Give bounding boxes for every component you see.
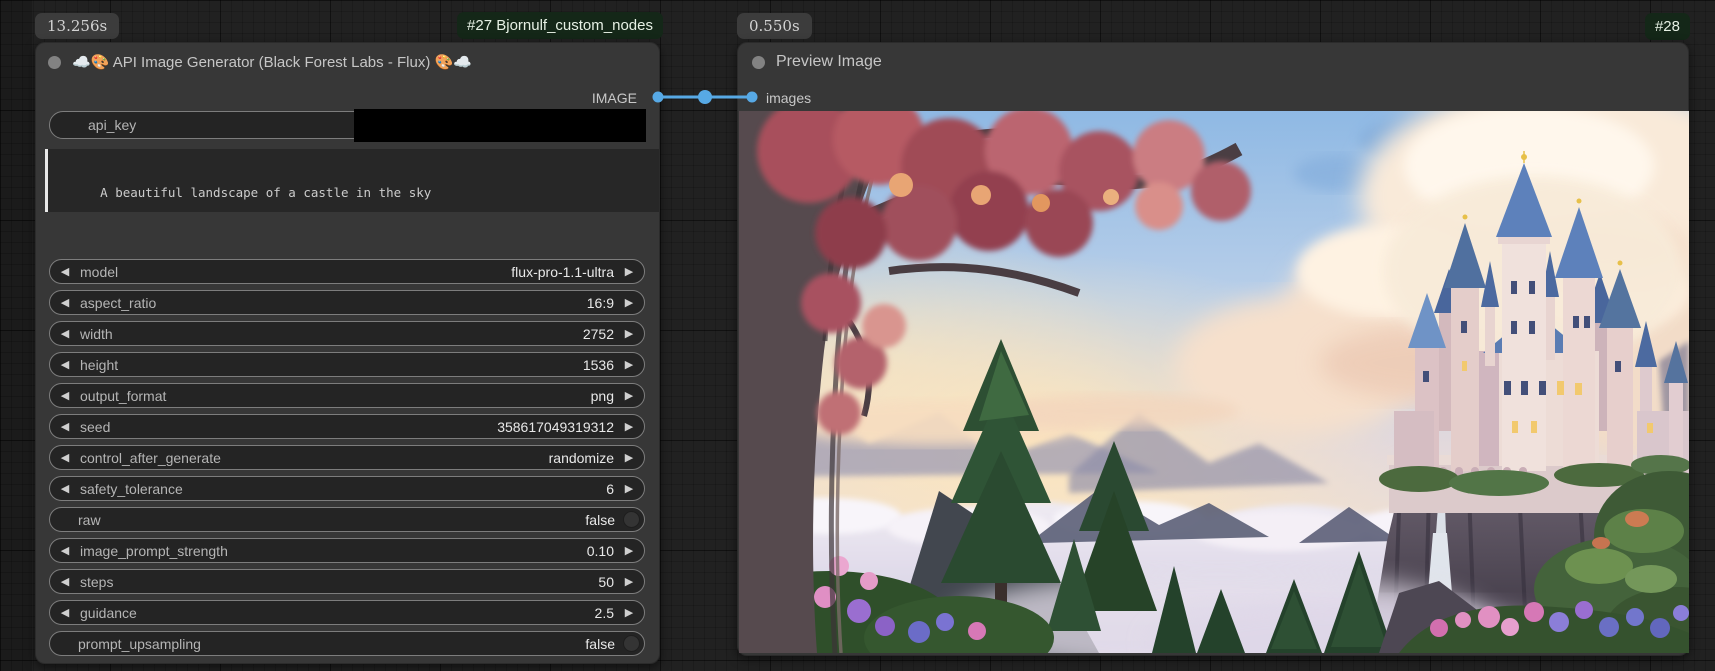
left-arrow-icon[interactable]: ◀ bbox=[50, 265, 80, 278]
widget-row-seed[interactable]: ◀seed 358617049319312▶ bbox=[49, 414, 645, 439]
left-arrow-icon[interactable]: ◀ bbox=[50, 296, 80, 309]
right-arrow-icon[interactable]: ▶ bbox=[614, 265, 644, 278]
widget-value: false bbox=[585, 512, 615, 528]
widget-row-width[interactable]: ◀width 2752▶ bbox=[49, 321, 645, 346]
right-arrow-icon[interactable]: ▶ bbox=[614, 575, 644, 588]
widget-value: 0.10 bbox=[587, 543, 614, 559]
widget-row-output_format[interactable]: ◀output_format png▶ bbox=[49, 383, 645, 408]
link-wire[interactable] bbox=[648, 87, 760, 107]
widget-value: 2752 bbox=[583, 326, 614, 342]
widget-label: seed bbox=[80, 419, 110, 435]
node-header: Preview Image bbox=[752, 49, 882, 75]
left-arrow-icon[interactable]: ◀ bbox=[50, 575, 80, 588]
api-key-label: api_key bbox=[88, 117, 136, 133]
right-arrow-icon[interactable]: ▶ bbox=[614, 358, 644, 371]
right-arrow-icon[interactable]: ▶ bbox=[614, 606, 644, 619]
left-arrow-icon[interactable]: ◀ bbox=[50, 358, 80, 371]
widget-value: 1536 bbox=[583, 357, 614, 373]
widget-row-model[interactable]: ◀model flux-pro-1.1-ultra▶ bbox=[49, 259, 645, 284]
widget-value: flux-pro-1.1-ultra bbox=[511, 264, 614, 280]
left-arrow-icon[interactable]: ◀ bbox=[50, 451, 80, 464]
widget-label: model bbox=[80, 264, 118, 280]
left-arrow-icon[interactable]: ◀ bbox=[50, 327, 80, 340]
widget-value: randomize bbox=[549, 450, 614, 466]
canvas-edge-shade bbox=[0, 0, 32, 671]
left-arrow-icon[interactable]: ◀ bbox=[50, 544, 80, 557]
right-arrow-icon[interactable]: ▶ bbox=[614, 451, 644, 464]
widget-row-image_prompt_strength[interactable]: ◀image_prompt_strength 0.10▶ bbox=[49, 538, 645, 563]
widget-label: image_prompt_strength bbox=[80, 543, 228, 559]
output-port-label: IMAGE bbox=[592, 90, 637, 106]
right-arrow-icon[interactable]: ▶ bbox=[614, 482, 644, 495]
prompt-textarea[interactable]: A beautiful landscape of a castle in the… bbox=[45, 149, 659, 212]
widget-label: control_after_generate bbox=[80, 450, 221, 466]
right-arrow-icon[interactable]: ▶ bbox=[614, 420, 644, 433]
widget-value: 358617049319312 bbox=[497, 419, 614, 435]
widget-value: 16:9 bbox=[587, 295, 614, 311]
left-arrow-icon[interactable]: ◀ bbox=[50, 606, 80, 619]
execution-time-badge: 0.550s bbox=[737, 13, 812, 39]
widget-row-steps[interactable]: ◀steps 50▶ bbox=[49, 569, 645, 594]
widget-row-height[interactable]: ◀height 1536▶ bbox=[49, 352, 645, 377]
left-arrow-icon[interactable]: ◀ bbox=[50, 389, 80, 402]
right-arrow-icon[interactable]: ▶ bbox=[614, 544, 644, 557]
widget-label: safety_tolerance bbox=[80, 481, 183, 497]
widget-label: prompt_upsampling bbox=[78, 636, 201, 652]
left-arrow-icon[interactable]: ◀ bbox=[50, 482, 80, 495]
api-key-redaction bbox=[354, 109, 646, 142]
text-caret bbox=[45, 149, 48, 212]
collapse-dot-icon[interactable] bbox=[48, 56, 61, 69]
widget-row-safety_tolerance[interactable]: ◀safety_tolerance 6▶ bbox=[49, 476, 645, 501]
widget-value: 6 bbox=[606, 481, 614, 497]
execution-time-badge: 13.256s bbox=[35, 13, 119, 39]
right-arrow-icon[interactable]: ▶ bbox=[614, 389, 644, 402]
widget-label: raw bbox=[78, 512, 101, 528]
widget-label: height bbox=[80, 357, 118, 373]
widget-value: 2.5 bbox=[595, 605, 614, 621]
widget-label: guidance bbox=[80, 605, 137, 621]
widget-row-control_after_generate[interactable]: ◀control_after_generate randomize▶ bbox=[49, 445, 645, 470]
comfyui-canvas[interactable]: 13.256s #27 Bjornulf_custom_nodes 0.550s… bbox=[0, 0, 1715, 671]
image-output-port[interactable] bbox=[653, 92, 664, 103]
node-title: ☁️🎨 API Image Generator (Black Forest La… bbox=[72, 53, 472, 71]
link-midpoint-dot bbox=[698, 90, 712, 104]
preview-image bbox=[739, 111, 1689, 653]
node-preview-image[interactable]: Preview Image images bbox=[737, 42, 1689, 656]
widget-label: aspect_ratio bbox=[80, 295, 156, 311]
widget-row-raw[interactable]: raw false bbox=[49, 507, 645, 532]
node-title: Preview Image bbox=[776, 53, 882, 71]
widget-value: png bbox=[591, 388, 614, 404]
left-arrow-icon[interactable]: ◀ bbox=[50, 420, 80, 433]
toggle-knob[interactable] bbox=[623, 635, 640, 652]
collapse-dot-icon[interactable] bbox=[752, 56, 765, 69]
widget-label: output_format bbox=[80, 388, 166, 404]
input-port-label: images bbox=[766, 90, 811, 106]
right-arrow-icon[interactable]: ▶ bbox=[614, 296, 644, 309]
node-id-badge: #28 bbox=[1645, 13, 1690, 40]
widget-row-aspect_ratio[interactable]: ◀aspect_ratio 16:9▶ bbox=[49, 290, 645, 315]
node-id-badge: #27 Bjornulf_custom_nodes bbox=[457, 12, 663, 39]
widget-label: width bbox=[80, 326, 113, 342]
node-header: ☁️🎨 API Image Generator (Black Forest La… bbox=[48, 49, 472, 75]
widget-value: 50 bbox=[598, 574, 614, 590]
widget-value: false bbox=[585, 636, 615, 652]
right-arrow-icon[interactable]: ▶ bbox=[614, 327, 644, 340]
widget-row-guidance[interactable]: ◀guidance 2.5▶ bbox=[49, 600, 645, 625]
widget-row-prompt_upsampling[interactable]: prompt_upsampling false bbox=[49, 631, 645, 656]
toggle-knob[interactable] bbox=[623, 511, 640, 528]
images-input-port[interactable] bbox=[747, 92, 758, 103]
prompt-text: A beautiful landscape of a castle in the… bbox=[100, 185, 431, 200]
widget-label: steps bbox=[80, 574, 113, 590]
node-api-image-generator[interactable]: ☁️🎨 API Image Generator (Black Forest La… bbox=[35, 42, 660, 664]
